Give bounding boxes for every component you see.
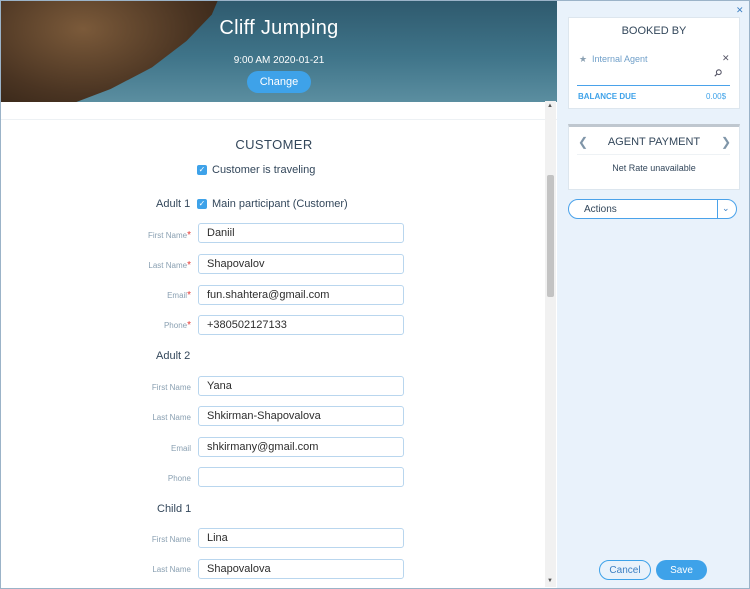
adult-2-last-name-input[interactable] xyxy=(198,406,404,426)
field-label: First Name* xyxy=(147,230,191,241)
adult-1-first-name-input[interactable] xyxy=(198,223,404,243)
field-label: Email xyxy=(170,444,191,453)
booking-form-pane: Cliff Jumping 9:00 AM 2020-01-21 Change … xyxy=(1,1,557,588)
divider xyxy=(577,154,730,155)
agent-select[interactable]: Internal Agent xyxy=(592,54,648,64)
chevron-down-icon[interactable]: ⌄ xyxy=(722,203,730,214)
customer-traveling-label: Customer is traveling xyxy=(212,164,316,176)
participant-heading-adult-2: Adult 2 xyxy=(156,350,191,362)
balance-due-label: BALANCE DUE xyxy=(578,92,637,101)
agent-payment-card: ❮ AGENT PAYMENT ❯ Net Rate unavailable xyxy=(568,124,740,190)
search-icon[interactable] xyxy=(714,69,722,77)
field-label: Last Name* xyxy=(148,260,191,271)
scrollbar-track[interactable] xyxy=(545,101,556,587)
change-button[interactable]: Change xyxy=(247,71,311,93)
clear-agent-icon[interactable]: ✕ xyxy=(722,53,730,64)
adult-1-email-input[interactable] xyxy=(198,285,404,305)
participant-heading-adult-1: Adult 1 xyxy=(156,198,191,210)
divider xyxy=(717,200,718,218)
adult-1-phone-input[interactable] xyxy=(198,315,404,335)
adult-2-first-name-input[interactable] xyxy=(198,376,404,396)
child-1-last-name-input[interactable] xyxy=(198,559,404,579)
agent-field-underline xyxy=(577,85,730,86)
field-label: First Name xyxy=(151,383,191,392)
activity-title: Cliff Jumping xyxy=(219,17,339,39)
adult-2-phone-input[interactable] xyxy=(198,467,404,487)
activity-header-image: Cliff Jumping 9:00 AM 2020-01-21 Change xyxy=(1,1,557,102)
customer-section-title: CUSTOMER xyxy=(235,137,313,152)
child-1-first-name-input[interactable] xyxy=(198,528,404,548)
field-label: First Name xyxy=(151,535,191,544)
booked-by-card: BOOKED BY ★ Internal Agent ✕ BALANCE DUE… xyxy=(568,17,740,109)
scroll-down-arrow-icon[interactable]: ▼ xyxy=(547,578,553,584)
actions-dropdown[interactable]: Actions ⌄ xyxy=(568,199,737,219)
balance-due-value: 0.00$ xyxy=(706,92,727,101)
actions-label: Actions xyxy=(584,204,617,215)
field-label: Last Name xyxy=(152,413,191,422)
net-rate-note: Net Rate unavailable xyxy=(612,163,696,173)
field-label: Last Name xyxy=(152,565,191,574)
save-button[interactable]: Save xyxy=(656,560,707,580)
field-label: Phone xyxy=(167,474,191,483)
field-label: Email* xyxy=(167,290,191,301)
customer-traveling-checkbox[interactable]: ✓ xyxy=(197,165,207,175)
booked-by-title: BOOKED BY xyxy=(621,25,687,37)
cancel-button[interactable]: Cancel xyxy=(599,560,651,580)
chevron-right-icon[interactable]: ❯ xyxy=(721,135,731,149)
divider xyxy=(1,119,557,120)
agent-payment-title: AGENT PAYMENT xyxy=(607,136,701,148)
scroll-up-arrow-icon[interactable]: ▲ xyxy=(547,103,553,109)
activity-datetime: 9:00 AM 2020-01-21 xyxy=(233,55,325,66)
close-icon[interactable]: ✕ xyxy=(736,5,744,16)
adult-1-last-name-input[interactable] xyxy=(198,254,404,274)
main-participant-checkbox[interactable]: ✓ xyxy=(197,199,207,209)
field-label: Phone* xyxy=(163,320,191,331)
star-icon: ★ xyxy=(579,54,588,64)
scrollbar-thumb[interactable] xyxy=(547,175,554,297)
participant-heading-child-1: Child 1 xyxy=(157,503,192,515)
adult-2-email-input[interactable] xyxy=(198,437,404,457)
main-participant-label: Main participant (Customer) xyxy=(212,198,348,210)
